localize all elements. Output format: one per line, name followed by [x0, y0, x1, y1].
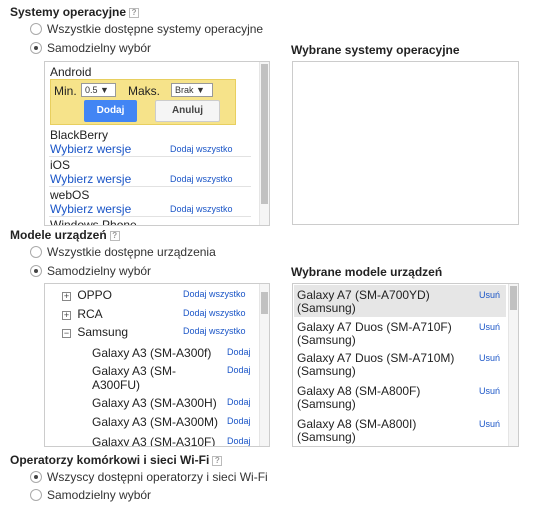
radio-icon[interactable]: [30, 23, 42, 35]
os-option-all-label: Wszystkie dostępne systemy operacyjne: [47, 22, 264, 36]
add-all-link[interactable]: Dodaj wszystko: [170, 144, 233, 154]
divider: [49, 186, 251, 187]
device-option-custom-label: Samodzielny wybór: [47, 264, 152, 278]
model-item-line: A300FU): [92, 378, 141, 392]
choose-versions-link[interactable]: Wybierz wersje: [50, 142, 131, 156]
os-item-blackberry: BlackBerry: [50, 128, 109, 142]
radio-checked-icon[interactable]: [30, 265, 42, 277]
carrier-option-all[interactable]: Wszyscy dostępni operatorzy i sieci Wi-F…: [30, 470, 268, 484]
device-tree-panel[interactable]: + OPPO Dodaj wszystko + RCA Dodaj wszyst…: [44, 283, 270, 447]
device-option-custom[interactable]: Samodzielny wybór: [30, 264, 151, 278]
tree-node-samsung[interactable]: − Samsung: [62, 325, 128, 339]
choose-versions-link[interactable]: Wybierz wersje: [50, 202, 131, 216]
os-item-windows-phone: Windows Phone: [50, 218, 137, 226]
collapse-icon[interactable]: −: [62, 329, 71, 338]
device-section-title: Modele urządzeń?: [10, 228, 120, 242]
divider: [49, 216, 251, 217]
remove-link[interactable]: Usuń: [479, 290, 500, 300]
selected-model-line: (Samsung): [297, 333, 356, 347]
remove-link[interactable]: Usuń: [479, 386, 500, 396]
add-button[interactable]: Dodaj: [84, 100, 137, 122]
expand-icon[interactable]: +: [62, 311, 71, 320]
selected-model-line: (Samsung): [297, 397, 356, 411]
max-version-select[interactable]: Brak ▼: [171, 83, 213, 97]
min-label: Min.: [54, 84, 77, 98]
carrier-section-title: Operatorzy komórkowi i sieci Wi-Fi?: [10, 453, 223, 467]
os-option-custom-label: Samodzielny wybór: [47, 41, 152, 55]
carrier-option-custom-label: Samodzielny wybór: [47, 488, 152, 502]
remove-link[interactable]: Usuń: [479, 419, 500, 429]
model-item-line: Galaxy A3 (SM-: [92, 364, 177, 378]
os-item-android: Android: [50, 65, 92, 79]
selected-model-item: Galaxy A8 (SM-A800F) (Samsung): [297, 385, 420, 411]
os-option-custom[interactable]: Samodzielny wybór: [30, 41, 151, 55]
add-model-link[interactable]: Dodaj: [227, 436, 251, 446]
add-all-link[interactable]: Dodaj wszystko: [183, 326, 246, 336]
selected-model-line: (Samsung): [297, 364, 356, 378]
tree-node-rca[interactable]: + RCA: [62, 307, 103, 321]
scrollbar-thumb[interactable]: [261, 64, 268, 204]
radio-checked-icon[interactable]: [30, 42, 42, 54]
add-all-link[interactable]: Dodaj wszystko: [183, 308, 246, 318]
device-selected-title: Wybrane modele urządzeń: [291, 265, 443, 279]
model-item: Galaxy A3 (SM-A300f): [92, 346, 212, 360]
android-version-box: Min. 0.5 ▼ Maks. Brak ▼ Dodaj Anuluj: [50, 79, 236, 125]
divider: [49, 156, 251, 157]
os-selected-panel: [292, 61, 519, 225]
add-model-link[interactable]: Dodaj: [227, 416, 251, 426]
os-selected-title: Wybrane systemy operacyjne: [291, 43, 460, 57]
scrollbar-thumb[interactable]: [510, 286, 517, 310]
carrier-option-all-label: Wszyscy dostępni operatorzy i sieci Wi-F…: [47, 470, 268, 484]
device-option-all-label: Wszystkie dostępne urządzenia: [47, 245, 216, 259]
model-item: Galaxy A3 (SM-A310F): [92, 435, 216, 447]
os-section-title-text: Systemy operacyjne: [10, 5, 127, 19]
os-option-all[interactable]: Wszystkie dostępne systemy operacyjne: [30, 22, 263, 36]
help-icon[interactable]: ?: [109, 231, 120, 241]
expand-icon[interactable]: +: [62, 292, 71, 301]
add-all-link[interactable]: Dodaj wszystko: [170, 204, 233, 214]
model-item: Galaxy A3 (SM-A300M): [92, 415, 219, 429]
tree-node-label: OPPO: [77, 288, 113, 302]
selected-model-item: Galaxy A7 Duos (SM-A710F) (Samsung): [297, 321, 452, 347]
carrier-option-custom[interactable]: Samodzielny wybór: [30, 488, 151, 502]
help-icon[interactable]: ?: [129, 8, 140, 18]
scrollbar[interactable]: [259, 284, 269, 446]
carrier-section-title-text: Operatorzy komórkowi i sieci Wi-Fi: [10, 453, 210, 467]
os-section-title: Systemy operacyjne?: [10, 5, 140, 19]
radio-icon[interactable]: [30, 489, 42, 501]
selected-model-item: Galaxy A7 Duos (SM-A710M) (Samsung): [297, 352, 454, 378]
device-option-all[interactable]: Wszystkie dostępne urządzenia: [30, 245, 216, 259]
choose-versions-link[interactable]: Wybierz wersje: [50, 172, 131, 186]
tree-node-label: RCA: [77, 307, 103, 321]
selected-model-item: Galaxy A7 (SM-A700YD) (Samsung): [297, 289, 430, 315]
cancel-button[interactable]: Anuluj: [155, 100, 220, 122]
add-all-link[interactable]: Dodaj wszystko: [170, 174, 233, 184]
add-model-link[interactable]: Dodaj: [227, 397, 251, 407]
scrollbar-thumb[interactable]: [261, 292, 268, 314]
device-selected-panel[interactable]: Galaxy A7 (SM-A700YD) (Samsung) Usuń Gal…: [292, 283, 519, 447]
selected-model-line: (Samsung): [297, 430, 356, 444]
radio-checked-icon[interactable]: [30, 471, 42, 483]
os-item-ios: iOS: [50, 158, 71, 172]
os-item-webos: webOS: [50, 188, 90, 202]
tree-node-label: Samsung: [77, 325, 129, 339]
model-item: Galaxy A3 (SM- A300FU): [92, 364, 176, 392]
add-model-link[interactable]: Dodaj: [227, 347, 251, 357]
radio-icon[interactable]: [30, 246, 42, 258]
min-version-select[interactable]: 0.5 ▼: [81, 83, 116, 97]
device-section-title-text: Modele urządzeń: [10, 228, 107, 242]
tree-node-oppo[interactable]: + OPPO: [62, 288, 112, 302]
add-all-link[interactable]: Dodaj wszystko: [183, 289, 246, 299]
remove-link[interactable]: Usuń: [479, 322, 500, 332]
os-list-panel[interactable]: Android Min. 0.5 ▼ Maks. Brak ▼ Dodaj An…: [44, 61, 270, 226]
help-icon[interactable]: ?: [212, 456, 223, 466]
remove-link[interactable]: Usuń: [479, 353, 500, 363]
selected-model-line: (Samsung): [297, 301, 356, 315]
scrollbar[interactable]: [508, 284, 518, 446]
max-label: Maks.: [128, 84, 161, 98]
add-model-link[interactable]: Dodaj: [227, 365, 251, 375]
model-item: Galaxy A3 (SM-A300H): [92, 396, 217, 410]
selected-model-item: Galaxy A8 (SM-A800I) (Samsung): [297, 418, 416, 444]
scrollbar[interactable]: [259, 62, 269, 225]
